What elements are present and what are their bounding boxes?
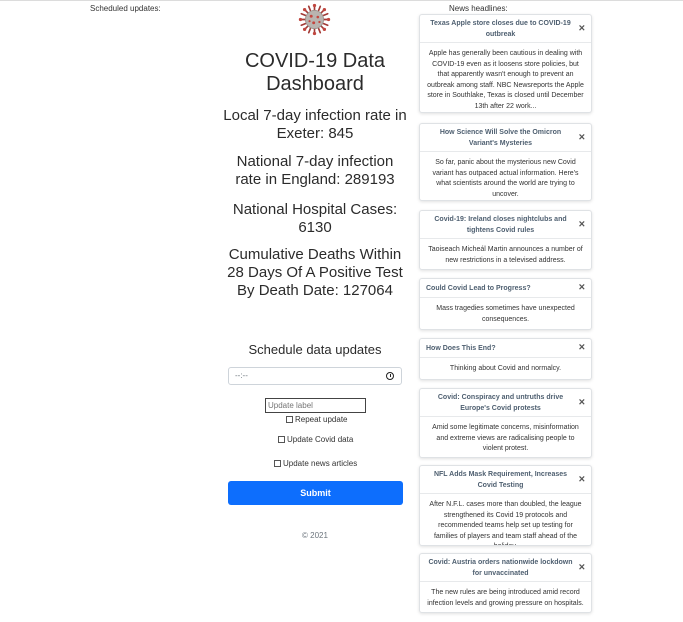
close-icon[interactable]: × xyxy=(579,282,585,294)
clock-icon[interactable] xyxy=(386,372,394,380)
top-divider xyxy=(0,0,683,1)
news-title: Covid-19: Ireland closes nightclubs and … xyxy=(434,215,567,234)
news-checkbox[interactable] xyxy=(274,460,281,467)
news-body: Amid some legitimate concerns, misinform… xyxy=(432,424,579,452)
news-card: NFL Adds Mask Requirement, Increases Cov… xyxy=(419,465,592,546)
news-card: How Does This End? × Thinking about Covi… xyxy=(419,338,592,380)
local-infection-rate: Local 7-day infection rate in Exeter: 84… xyxy=(223,107,407,142)
news-title: NFL Adds Mask Requirement, Increases Cov… xyxy=(433,470,568,489)
news-card-header: Texas Apple store closes due to COVID-19… xyxy=(420,15,591,43)
news-title: Covid: Austria orders nationwide lockdow… xyxy=(428,558,573,577)
news-card-header: Could Covid Lead to Progress? × xyxy=(420,279,591,298)
hospital-cases: National Hospital Cases: 6130 xyxy=(232,201,398,236)
news-title: How Science Will Solve the Omicron Varia… xyxy=(439,128,562,147)
close-icon[interactable]: × xyxy=(579,219,585,230)
close-icon[interactable]: × xyxy=(579,132,585,143)
footer-copyright: © 2021 xyxy=(302,531,328,540)
news-card: Could Covid Lead to Progress? × Mass tra… xyxy=(419,278,592,330)
news-card: Covid-19: Ireland closes nightclubs and … xyxy=(419,210,592,270)
update-news-option: Update news articles xyxy=(274,459,357,468)
covid-label: Update Covid data xyxy=(287,435,354,444)
news-title: How Does This End? xyxy=(426,344,496,352)
news-card-header: Covid: Austria orders nationwide lockdow… xyxy=(420,554,591,582)
news-body: Apple has generally been cautious in dea… xyxy=(427,50,584,110)
news-body: Mass tragedies sometimes have unexpected… xyxy=(436,305,575,323)
news-body: Thinking about Covid and normalcy. xyxy=(449,365,562,372)
news-card-header: Covid-19: Ireland closes nightclubs and … xyxy=(420,211,591,239)
news-card-header: How Does This End? × xyxy=(420,339,591,358)
news-title: Covid: Conspiracy and untruths drive Eur… xyxy=(437,393,564,412)
cumulative-deaths: Cumulative Deaths Within 28 Days Of A Po… xyxy=(227,246,403,299)
news-card-header: How Science Will Solve the Omicron Varia… xyxy=(420,124,591,152)
news-body: The new rules are being introduced amid … xyxy=(427,589,584,607)
covid-checkbox[interactable] xyxy=(278,436,285,443)
time-value: --:-- xyxy=(235,371,248,380)
news-label: Update news articles xyxy=(283,459,358,468)
close-icon[interactable]: × xyxy=(579,342,585,354)
update-covid-option: Update Covid data xyxy=(278,435,353,444)
news-card: Texas Apple store closes due to COVID-19… xyxy=(419,14,592,113)
repeat-checkbox[interactable] xyxy=(286,416,293,423)
close-icon[interactable]: × xyxy=(579,562,585,573)
news-headlines-label: News headlines: xyxy=(449,4,508,13)
repeat-update-option: Repeat update xyxy=(286,415,348,424)
update-time-input[interactable]: --:-- xyxy=(228,367,402,385)
coronavirus-icon xyxy=(298,3,331,36)
dashboard-title: COVID-19 Data Dashboard xyxy=(244,50,386,95)
news-body: So far, panic about the mysterious new C… xyxy=(432,159,579,198)
national-infection-rate: National 7-day infection rate in England… xyxy=(235,153,395,188)
close-icon[interactable]: × xyxy=(579,397,585,408)
scheduled-updates-label: Scheduled updates: xyxy=(90,4,161,13)
news-card-header: Covid: Conspiracy and untruths drive Eur… xyxy=(420,389,591,417)
news-body: After N.F.L. cases more than doubled, th… xyxy=(429,501,582,545)
news-card-header: NFL Adds Mask Requirement, Increases Cov… xyxy=(420,466,591,494)
news-card: Covid: Austria orders nationwide lockdow… xyxy=(419,553,592,613)
update-label-input[interactable] xyxy=(265,398,366,413)
news-title: Texas Apple store closes due to COVID-19… xyxy=(430,19,571,38)
schedule-title: Schedule data updates xyxy=(248,342,382,357)
close-icon[interactable]: × xyxy=(579,474,585,485)
news-card: How Science Will Solve the Omicron Varia… xyxy=(419,123,592,201)
submit-button[interactable]: Submit xyxy=(228,481,403,505)
news-title: Could Covid Lead to Progress? xyxy=(426,284,531,292)
repeat-label: Repeat update xyxy=(295,415,348,424)
news-card: Covid: Conspiracy and untruths drive Eur… xyxy=(419,388,592,458)
news-body: Taoiseach Micheál Martin announces a num… xyxy=(428,246,583,264)
close-icon[interactable]: × xyxy=(579,23,585,34)
